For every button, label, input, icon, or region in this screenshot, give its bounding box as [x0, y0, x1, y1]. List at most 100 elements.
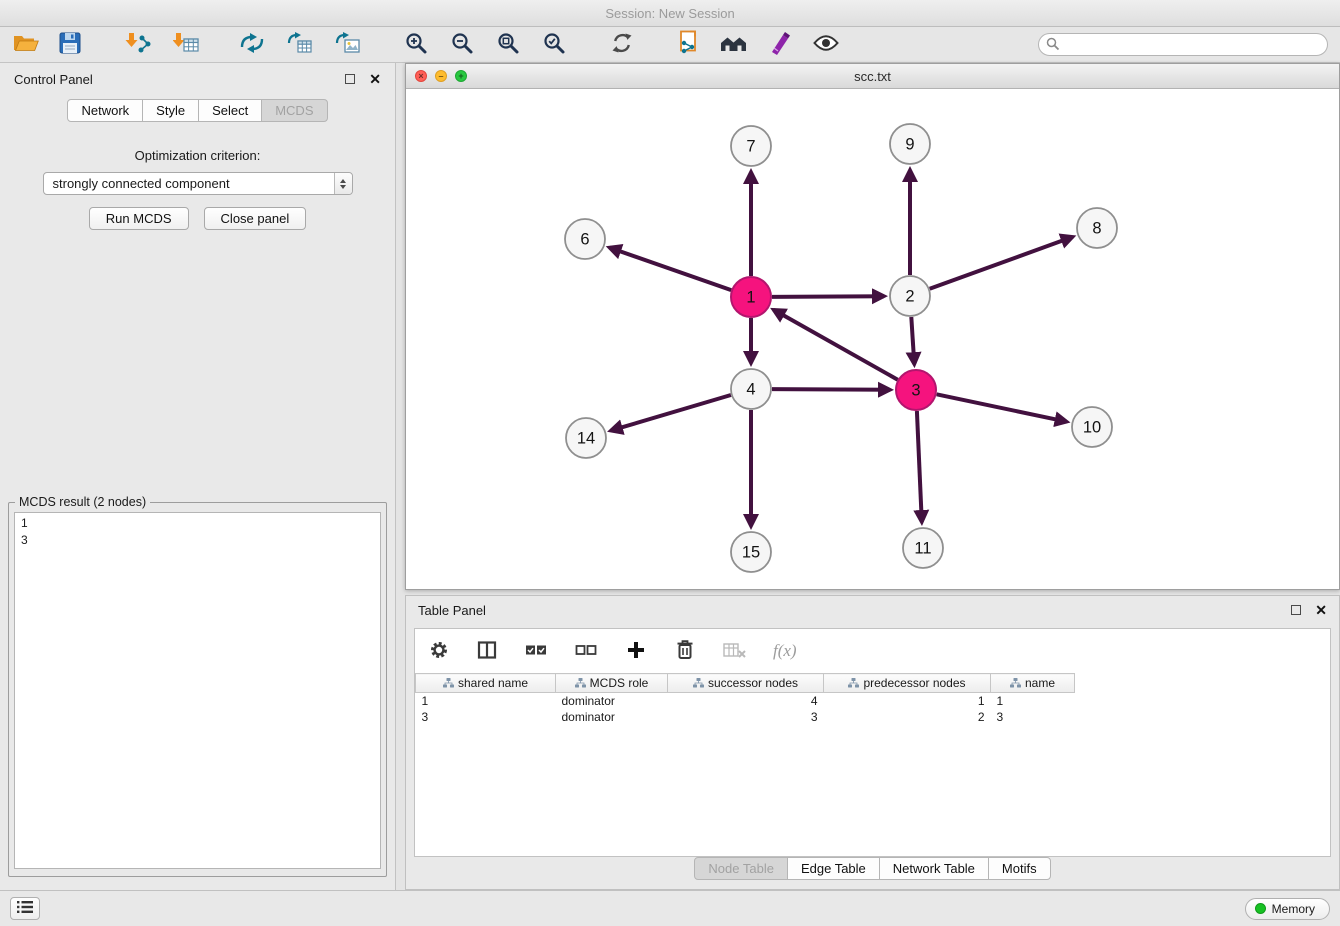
refresh-layout-button[interactable]	[604, 29, 640, 61]
maximize-window-icon[interactable]: +	[455, 70, 467, 82]
tab-select[interactable]: Select	[198, 99, 262, 122]
zoom-selected-button[interactable]	[536, 29, 572, 61]
edge-1-2[interactable]	[772, 296, 884, 297]
table-row[interactable]: 3dominator323	[416, 709, 1075, 725]
optimization-criterion-label: Optimization criterion:	[0, 148, 395, 163]
close-panel-button[interactable]: Close panel	[204, 207, 307, 230]
table-settings-button[interactable]	[427, 635, 451, 667]
import-network-file-button[interactable]	[120, 29, 156, 61]
column-header-label: successor nodes	[708, 676, 798, 690]
criterion-select[interactable]: strongly connected component	[43, 172, 353, 195]
table-cell: 1	[416, 693, 556, 709]
table-cell: 3	[668, 709, 824, 725]
tab-style[interactable]: Style	[142, 99, 199, 122]
status-bar: Memory	[0, 890, 1340, 926]
select-stepper-icon	[334, 173, 352, 194]
control-panel-tabs: Network Style Select MCDS	[0, 99, 395, 122]
close-table-panel-icon[interactable]: ✕	[1315, 603, 1327, 617]
search-input[interactable]	[1038, 33, 1328, 56]
tab-network-table[interactable]: Network Table	[879, 857, 989, 880]
memory-button[interactable]: Memory	[1245, 898, 1330, 920]
open-session-button[interactable]	[8, 29, 44, 61]
task-history-button[interactable]	[10, 897, 40, 920]
network-table-icon	[287, 31, 313, 58]
float-table-panel-icon[interactable]	[1291, 605, 1301, 615]
edge-4-3[interactable]	[772, 389, 890, 390]
edge-3-10[interactable]	[937, 394, 1067, 421]
edge-1-6[interactable]	[610, 248, 732, 291]
create-column-button[interactable]	[623, 635, 649, 667]
delete-table-button[interactable]	[721, 635, 749, 667]
network-to-table-button[interactable]	[282, 29, 318, 61]
folder-open-icon	[13, 33, 39, 56]
table-cell: 3	[991, 709, 1075, 725]
table-panel-title: Table Panel	[418, 603, 486, 618]
minimize-window-icon[interactable]: –	[435, 70, 447, 82]
column-header-2[interactable]: successor nodes	[668, 674, 824, 693]
ndex-button[interactable]	[716, 29, 752, 61]
import-table-icon	[173, 31, 199, 58]
delete-column-button[interactable]	[673, 635, 697, 667]
zoom-in-button[interactable]	[398, 29, 434, 61]
column-header-0[interactable]: shared name	[416, 674, 556, 693]
table-cell: dominator	[556, 709, 668, 725]
eye-icon	[813, 34, 839, 55]
save-session-button[interactable]	[52, 29, 88, 61]
node-label-9: 9	[905, 136, 914, 154]
new-network-button[interactable]	[234, 29, 270, 61]
table-cell: 1	[991, 693, 1075, 709]
edge-2-8[interactable]	[930, 237, 1073, 289]
table-cell: 3	[416, 709, 556, 725]
table-cell: 1	[824, 693, 991, 709]
tab-network[interactable]: Network	[67, 99, 143, 122]
network-to-image-button[interactable]	[330, 29, 366, 61]
tab-motifs[interactable]: Motifs	[988, 857, 1051, 880]
document-share-icon	[676, 30, 700, 59]
edge-4-14[interactable]	[611, 395, 731, 431]
float-panel-icon[interactable]	[345, 74, 355, 84]
houses-icon	[720, 32, 748, 57]
network-image-icon	[335, 31, 361, 58]
apply-style-button[interactable]	[762, 29, 798, 61]
function-builder-button[interactable]: f(x)	[773, 641, 797, 661]
tab-node-table[interactable]: Node Table	[694, 857, 788, 880]
refresh-icon	[610, 31, 634, 58]
memory-status-icon	[1255, 903, 1266, 914]
network-window-title: scc.txt	[406, 69, 1339, 84]
close-panel-icon[interactable]: ✕	[369, 72, 381, 86]
zoom-out-button[interactable]	[444, 29, 480, 61]
edge-3-11[interactable]	[917, 411, 922, 522]
network-canvas[interactable]: 1234678910111415	[406, 89, 1339, 589]
import-table-file-button[interactable]	[168, 29, 204, 61]
zoom-fit-icon	[496, 31, 520, 58]
tab-mcds[interactable]: MCDS	[261, 99, 327, 122]
run-mcds-button[interactable]: Run MCDS	[89, 207, 189, 230]
table-delete-icon	[723, 641, 747, 662]
deselect-all-button[interactable]	[573, 635, 599, 667]
node-label-6: 6	[580, 231, 589, 249]
show-columns-button[interactable]	[475, 635, 499, 667]
edge-3-1[interactable]	[774, 310, 898, 380]
edge-2-3[interactable]	[911, 317, 914, 364]
app-titlebar: Session: New Session	[0, 0, 1340, 27]
column-header-4[interactable]: name	[991, 674, 1075, 693]
table-header-row: shared name MCDS role successor nodes prede…	[416, 674, 1075, 693]
show-graphics-button[interactable]	[808, 29, 844, 61]
node-table: shared name MCDS role successor nodes prede…	[415, 673, 1075, 725]
control-panel: Control Panel ✕ Network Style Select MCD…	[0, 63, 396, 890]
column-header-1[interactable]: MCDS role	[556, 674, 668, 693]
table-tabs: Node Table Edge Table Network Table Moti…	[406, 857, 1339, 880]
column-header-3[interactable]: predecessor nodes	[824, 674, 991, 693]
table-row[interactable]: 1dominator411	[416, 693, 1075, 709]
zoom-in-icon	[404, 31, 428, 58]
close-window-icon[interactable]: ×	[415, 70, 427, 82]
select-all-button[interactable]	[523, 635, 549, 667]
control-panel-title: Control Panel	[14, 72, 93, 87]
gear-icon	[429, 640, 449, 663]
tab-edge-table[interactable]: Edge Table	[787, 857, 880, 880]
zoom-fit-button[interactable]	[490, 29, 526, 61]
export-document-button[interactable]	[670, 29, 706, 61]
select-all-icon	[525, 641, 547, 662]
column-header-label: MCDS role	[590, 676, 649, 690]
mcds-result-box[interactable]: 1 3	[14, 512, 381, 869]
